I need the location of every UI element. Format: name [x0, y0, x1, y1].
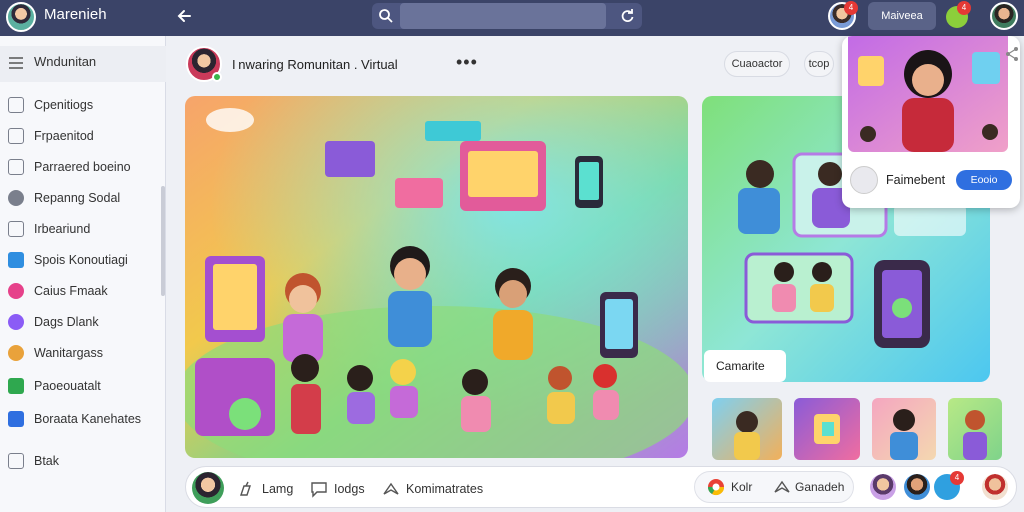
- thumbs-up-icon: [8, 453, 24, 469]
- popup-icon: [850, 166, 878, 194]
- sidebar-item-label: Wanitargass: [34, 346, 104, 360]
- arrow-left-icon: [177, 10, 191, 22]
- menu-icon[interactable]: [8, 56, 24, 70]
- profile-avatar[interactable]: [990, 2, 1018, 30]
- sidebar-item[interactable]: Btak: [0, 447, 164, 475]
- thumbnail-image[interactable]: [794, 398, 860, 460]
- sidebar-item[interactable]: Boraata Kanehates: [0, 405, 164, 433]
- house-icon: [8, 128, 24, 144]
- sidebar-item-label: Boraata Kanehates: [34, 412, 142, 426]
- sidebar-item[interactable]: Parraered boeino: [0, 153, 164, 181]
- thumbnail-art: [814, 414, 840, 444]
- reaction-pill-button[interactable]: Kolr Ganadeh: [694, 471, 854, 503]
- sidebar-item[interactable]: Frpaenitod: [0, 122, 164, 150]
- sidebar-item[interactable]: Cpenitiogs: [0, 91, 164, 119]
- like-button[interactable]: Lamg: [238, 480, 293, 498]
- share-pill-label: Ganadeh: [795, 480, 845, 494]
- search-icon[interactable]: [378, 8, 394, 24]
- profile-pill-button[interactable]: Maiveea: [868, 2, 936, 30]
- like-icon: [240, 481, 251, 496]
- sidebar-item-label: Frpaenitod: [34, 129, 94, 143]
- sidebar-item-label: Caius Fmaak: [34, 284, 108, 298]
- viewer-avatar[interactable]: [870, 474, 896, 500]
- chrome-icon: [707, 479, 725, 496]
- thumbnail-image[interactable]: [948, 398, 1002, 460]
- sidebar-item[interactable]: Paoeouatalt: [0, 372, 164, 400]
- post-action-bar: Lamg Iodgs Komimatrates Kolr Ganadeh 4: [185, 466, 1017, 508]
- refresh-icon[interactable]: [618, 7, 636, 25]
- camera-icon: [8, 283, 24, 299]
- globe-icon: [8, 190, 24, 206]
- sidebar-header[interactable]: Wndunitan: [0, 46, 166, 82]
- comment-label: Iodgs: [334, 482, 365, 496]
- popup-label: Faimebent: [886, 173, 946, 187]
- sidebar-item-label: Irbeariund: [34, 222, 91, 236]
- search-bar: [372, 3, 642, 29]
- sidebar-item[interactable]: Repanng Sodal: [0, 184, 164, 212]
- sidebar-item-label: Dags Dlank: [34, 315, 99, 329]
- post-chip-button[interactable]: tcop: [804, 51, 834, 77]
- bookmark-icon: [8, 221, 24, 237]
- thumbnail-art: [734, 411, 760, 460]
- notification-badge: 4: [950, 471, 964, 485]
- app-title: Marenieh: [44, 6, 107, 23]
- circle-icon: [8, 314, 24, 330]
- search-input[interactable]: [400, 3, 606, 29]
- send-icon: [8, 252, 24, 268]
- post-chip-button[interactable]: Cuaoactor: [724, 51, 790, 77]
- sidebar-item-label: Cpenitiogs: [34, 98, 94, 112]
- calendar-icon: [8, 159, 24, 175]
- chart-icon: [8, 378, 24, 394]
- sidebar-item[interactable]: Irbeariund: [0, 215, 164, 243]
- thumbnail-image[interactable]: [872, 398, 936, 460]
- notification-badge: 4: [844, 1, 858, 15]
- sidebar-item[interactable]: Dags Dlank: [0, 308, 164, 336]
- store-icon: [8, 411, 24, 427]
- sidebar-item-label: Repanng Sodal: [34, 191, 121, 205]
- account-avatar[interactable]: [982, 474, 1008, 500]
- post-title: I nwaring Romunitan . Virtual: [232, 57, 398, 72]
- chrome-icon: [8, 345, 24, 361]
- share-icon[interactable]: [1004, 46, 1020, 62]
- viewer-avatar[interactable]: [904, 474, 930, 500]
- sidebar-item[interactable]: Caius Fmaak: [0, 277, 164, 305]
- more-options-icon[interactable]: •••: [456, 52, 478, 73]
- popup-image: [848, 36, 1008, 152]
- sidebar-item[interactable]: Wanitargass: [0, 339, 164, 367]
- sidebar-scrollbar[interactable]: [161, 186, 165, 296]
- thumbnail-art: [963, 410, 987, 460]
- profile-popup-card[interactable]: Faimebent Eooio: [842, 36, 1020, 208]
- comment-icon: [311, 482, 327, 498]
- sidebar-item[interactable]: Spois Konoutiagi: [0, 246, 164, 274]
- like-label: Lamg: [262, 482, 294, 496]
- reaction-label: Kolr: [731, 480, 753, 494]
- share-arrow-icon: [774, 480, 790, 493]
- thumbnail-art: [890, 409, 918, 460]
- notification-badge: 4: [957, 1, 971, 15]
- side-image-caption: Camarite: [704, 350, 786, 382]
- sidebar-item-label: Btak: [34, 454, 60, 468]
- sidebar-item-label: Parraered boeino: [34, 160, 131, 174]
- share-button[interactable]: Komimatrates: [382, 480, 483, 498]
- top-bar: Marenieh 4 Maiveea 4: [0, 0, 1024, 36]
- sidebar-item-label: Paoeouatalt: [34, 379, 101, 393]
- user-avatar[interactable]: [6, 2, 36, 32]
- post-main-image[interactable]: [185, 96, 688, 458]
- sidebar-item-label: Spois Konoutiagi: [34, 253, 128, 267]
- comment-button[interactable]: Iodgs: [310, 480, 365, 498]
- popup-action-button[interactable]: Eooio: [956, 170, 1012, 190]
- thumbnail-image[interactable]: [712, 398, 782, 460]
- popup-art: [848, 36, 1008, 152]
- sidebar: Wndunitan Cpenitiogs Frpaenitod Parraered …: [0, 36, 166, 512]
- share-label: Komimatrates: [406, 482, 484, 496]
- sidebar-header-label: Wndunitan: [34, 54, 97, 69]
- community-illustration: [185, 96, 688, 458]
- commenter-avatar[interactable]: [192, 472, 224, 504]
- back-button[interactable]: [172, 3, 198, 29]
- home-icon: [8, 97, 24, 113]
- share-icon: [383, 482, 399, 495]
- online-status-dot: [212, 72, 222, 82]
